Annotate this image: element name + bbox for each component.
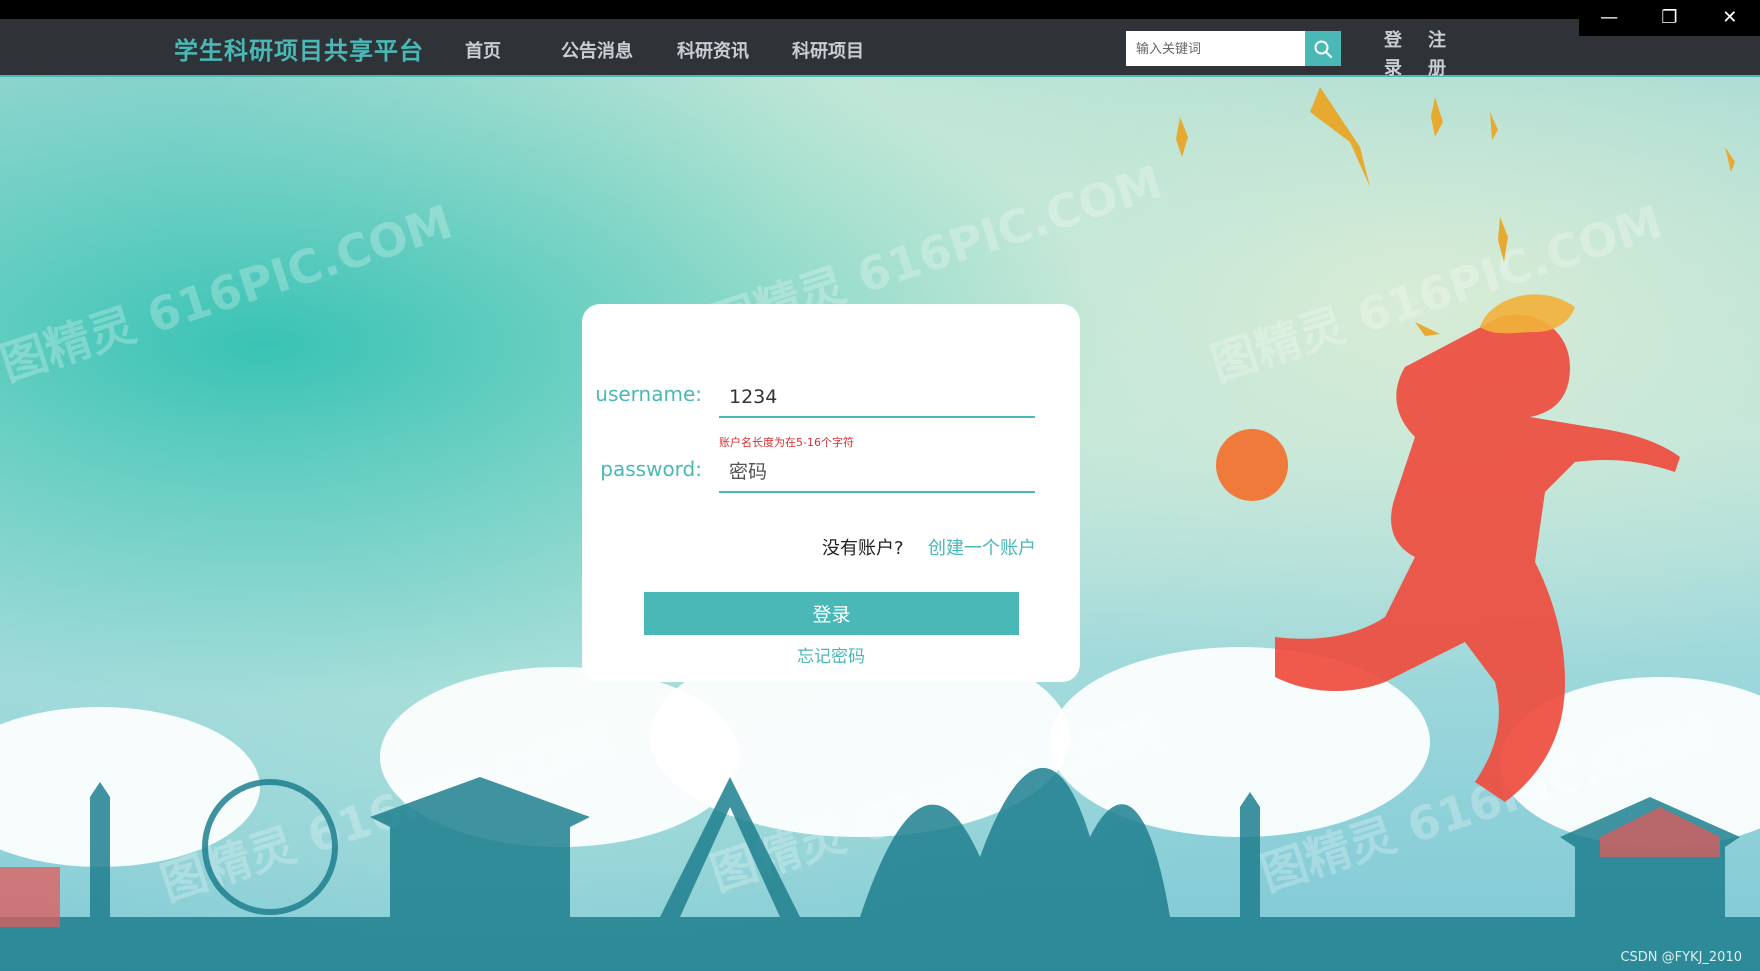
nav-item-research-news[interactable]: 科研资讯 xyxy=(677,37,749,63)
search-button[interactable] xyxy=(1305,31,1341,66)
search-icon xyxy=(1314,40,1333,58)
kid-silhouette xyxy=(1275,314,1680,802)
site-brand[interactable]: 学生科研项目共享平台 xyxy=(174,31,424,66)
nav-item-announcements[interactable]: 公告消息 xyxy=(561,37,633,63)
username-label: username: xyxy=(595,382,702,406)
create-account-link[interactable]: 创建一个账户 xyxy=(928,534,1036,560)
username-input[interactable] xyxy=(719,378,1035,418)
nav-item-home[interactable]: 首页 xyxy=(465,37,501,63)
password-label: password: xyxy=(600,457,702,481)
login-card: username: 账户名长度为在5-16个字符 password: 没有账户?… xyxy=(582,304,1080,682)
kid-hair xyxy=(1480,294,1575,334)
username-error-message: 账户名长度为在5-16个字符 xyxy=(719,436,854,449)
nav-item-research-projects[interactable]: 科研项目 xyxy=(792,37,864,63)
birds-illustration xyxy=(1176,87,1735,336)
close-button[interactable]: ✕ xyxy=(1710,6,1750,30)
login-link[interactable]: 登录 xyxy=(1384,27,1404,83)
window-titlebar xyxy=(0,0,1760,19)
footer-credit: CSDN @FYKJ_2010 xyxy=(1620,950,1742,965)
search-input[interactable] xyxy=(1126,31,1306,66)
register-link[interactable]: 注册 xyxy=(1428,27,1448,83)
restore-button[interactable]: ❐ xyxy=(1649,6,1689,30)
password-input[interactable] xyxy=(719,453,1035,493)
forgot-password-link[interactable]: 忘记密码 xyxy=(582,642,1080,667)
ball-illustration xyxy=(1216,429,1288,501)
top-navbar: 学生科研项目共享平台 首页 公告消息 科研资讯 科研项目 登录 注册 xyxy=(0,19,1760,79)
minimize-button[interactable]: — xyxy=(1589,6,1629,30)
login-submit-button[interactable]: 登录 xyxy=(644,592,1019,635)
window-controls: — ❐ ✕ xyxy=(1579,0,1760,36)
no-account-text: 没有账户? xyxy=(822,538,904,559)
amusement-park-skyline xyxy=(0,767,1760,971)
